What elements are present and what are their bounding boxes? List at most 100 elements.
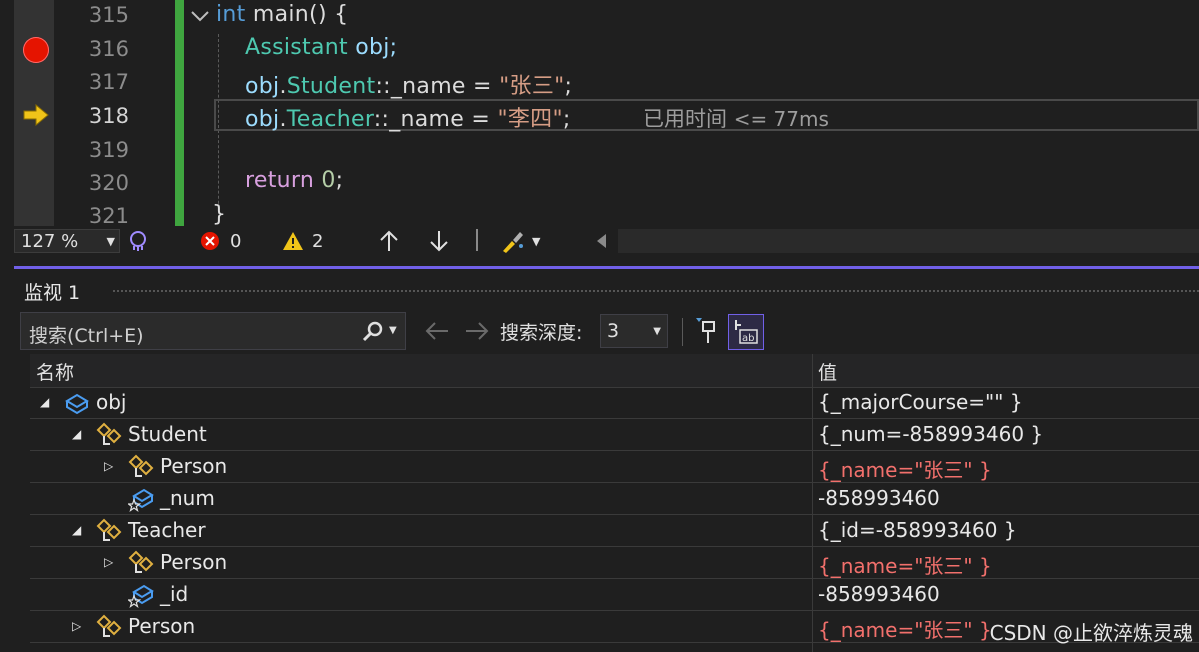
svg-text:ab: ab	[742, 333, 754, 344]
grid-header: 名称 值	[30, 354, 1199, 388]
expand-triangle-icon[interactable]: ▷	[104, 459, 113, 473]
arrow-down-icon[interactable]	[428, 229, 450, 253]
row-value[interactable]: {_num=-858993460 }	[818, 422, 1043, 446]
base-class-icon	[96, 422, 122, 445]
scroll-left-icon[interactable]	[594, 229, 608, 253]
row-name: Teacher	[128, 518, 206, 542]
code-editor[interactable]: 315 316 317 318 319 320 321 int main() {…	[0, 0, 1199, 226]
forward-arrow-icon[interactable]	[464, 321, 490, 341]
collapse-triangle-icon[interactable]: ◢	[40, 395, 49, 409]
row-name: _num	[160, 486, 215, 510]
line-number: 320	[88, 171, 129, 195]
chevron-down-icon[interactable]: ▼	[389, 325, 397, 336]
panel-title: 监视 1	[24, 282, 81, 304]
object-icon	[65, 393, 89, 415]
watch-grid: 名称 值 ◢ obj {_majorCourse="" } ◢ Student …	[30, 354, 1199, 652]
column-header-value[interactable]: 值	[818, 358, 837, 385]
search-input[interactable]: 搜索(Ctrl+E) ▼	[20, 312, 406, 350]
base-class-icon	[128, 550, 154, 573]
row-name: Student	[128, 422, 207, 446]
row-value-changed[interactable]: {_name="张三" }	[818, 614, 992, 643]
expand-triangle-icon[interactable]: ▷	[104, 555, 113, 569]
code-cleanup-button[interactable]: ▼	[500, 229, 540, 253]
search-depth-combo[interactable]: 3 ▼	[600, 314, 668, 348]
watch-row[interactable]: ▷ Person {_name="张三" }	[30, 547, 1199, 579]
horizontal-scrollbar[interactable]	[618, 229, 1199, 253]
search-icon[interactable]	[361, 321, 385, 343]
row-value-changed[interactable]: {_name="张三" }	[818, 550, 992, 579]
row-value[interactable]: {_majorCourse="" }	[818, 390, 1023, 414]
exec-arrow-icon	[23, 104, 49, 126]
row-value-changed[interactable]: {_name="张三" }	[818, 454, 992, 483]
collapse-triangle-icon[interactable]: ◢	[72, 427, 81, 441]
chevron-down-icon: ▼	[106, 234, 115, 248]
row-name: Person	[160, 550, 228, 574]
code-line-318[interactable]: obj.Teacher::_name = "李四";	[245, 101, 571, 133]
field-icon	[128, 584, 154, 608]
toolbar-divider	[682, 318, 683, 346]
base-class-icon	[96, 518, 122, 541]
code-line-316[interactable]: Assistant obj;	[245, 35, 397, 60]
watch-row[interactable]: ◢ Student {_num=-858993460 }	[30, 419, 1199, 451]
zoom-value: 127 %	[21, 230, 79, 252]
panel-grip[interactable]	[112, 289, 1199, 293]
hex-display-icon: ab	[735, 320, 758, 344]
warning-count[interactable]: 2	[282, 229, 323, 253]
row-value[interactable]: -858993460	[818, 486, 940, 510]
error-count[interactable]: 0	[200, 229, 241, 253]
error-count-label: 0	[230, 230, 242, 252]
line-number: 315	[88, 3, 129, 27]
error-icon	[201, 232, 219, 250]
editor-status-bar: 127 % ▼ 0 2 ▼	[0, 226, 1199, 256]
perf-tip[interactable]: 已用时间 <= 77ms	[643, 103, 829, 133]
editor-left-edge	[0, 0, 14, 226]
watch-row[interactable]: ◢ Teacher {_id=-858993460 }	[30, 515, 1199, 547]
watch-row[interactable]: _num -858993460	[30, 483, 1199, 515]
pin-icon[interactable]	[694, 316, 720, 346]
chevron-down-icon: ▼	[532, 234, 541, 248]
row-value[interactable]: -858993460	[818, 582, 940, 606]
warning-icon	[283, 232, 303, 250]
chevron-down-icon: ▼	[653, 326, 661, 337]
code-line-320[interactable]: return 0;	[245, 168, 343, 193]
search-placeholder: 搜索(Ctrl+E)	[29, 325, 144, 347]
change-tracking-bar	[175, 0, 184, 226]
row-name: _id	[160, 582, 189, 606]
base-class-icon	[128, 454, 154, 477]
zoom-combo[interactable]: 127 % ▼	[14, 229, 120, 253]
status-divider	[476, 229, 478, 251]
hex-display-button[interactable]: ab	[728, 314, 764, 350]
column-header-name[interactable]: 名称	[36, 358, 74, 385]
row-name: Person	[160, 454, 228, 478]
search-depth-value: 3	[607, 320, 620, 342]
warning-count-label: 2	[312, 230, 324, 252]
code-line-317[interactable]: obj.Student::_name = "张三";	[245, 68, 572, 100]
line-number-current: 318	[88, 104, 129, 128]
base-class-icon	[96, 614, 122, 637]
collapse-triangle-icon[interactable]: ◢	[72, 523, 81, 537]
breakpoint-icon[interactable]	[23, 37, 49, 63]
watch-row[interactable]: _id -858993460	[30, 579, 1199, 611]
arrow-up-icon[interactable]	[378, 229, 400, 253]
watch-row[interactable]: ◢ obj {_majorCourse="" }	[30, 387, 1199, 419]
perf-tip-value: <= 77ms	[733, 107, 829, 131]
line-number: 319	[88, 138, 129, 162]
search-depth-label: 搜索深度:	[500, 322, 583, 344]
collapse-chevron-icon[interactable]	[190, 8, 210, 24]
row-name: obj	[96, 390, 127, 414]
line-number: 321	[88, 204, 129, 226]
watch-toolbar: 搜索(Ctrl+E) ▼ 搜索深度: 3 ▼ ab	[14, 310, 1199, 354]
line-number: 316	[88, 37, 129, 61]
watch-row[interactable]: ▷ Person {_name="张三" }	[30, 451, 1199, 483]
back-arrow-icon[interactable]	[424, 321, 450, 341]
perf-tip-label: 已用时间	[643, 107, 727, 131]
line-number: 317	[88, 70, 129, 94]
row-value[interactable]: {_id=-858993460 }	[818, 518, 1017, 542]
code-line-321[interactable]: }	[212, 202, 226, 226]
field-icon	[128, 488, 154, 512]
watch-panel-header[interactable]: 监视 1	[14, 269, 1199, 309]
code-line-315[interactable]: int main() {	[216, 2, 348, 27]
intellicode-icon[interactable]	[126, 229, 150, 253]
row-name: Person	[128, 614, 196, 638]
expand-triangle-icon[interactable]: ▷	[72, 619, 81, 633]
